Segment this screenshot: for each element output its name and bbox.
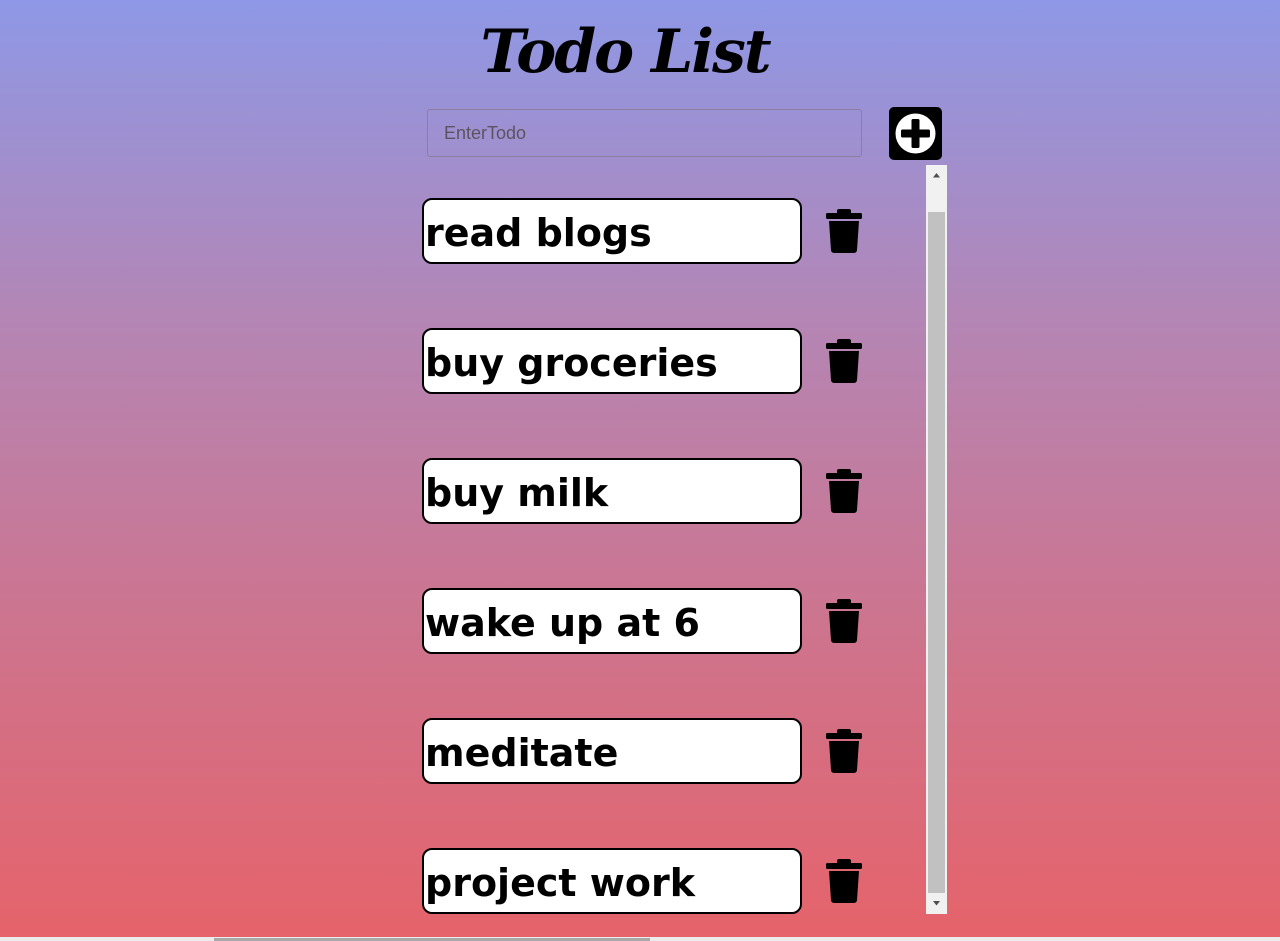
todo-item-text[interactable]: meditate <box>422 718 802 784</box>
scroll-up-arrow[interactable] <box>926 167 947 184</box>
triangle-down-icon <box>933 901 940 906</box>
plus-icon <box>895 113 936 154</box>
trash-icon <box>826 339 862 383</box>
todo-item-text[interactable]: read blogs <box>422 198 802 264</box>
triangle-up-icon <box>933 173 940 178</box>
delete-button[interactable] <box>824 208 864 254</box>
trash-icon <box>826 599 862 643</box>
list-item: project work <box>405 848 925 915</box>
trash-icon <box>826 469 862 513</box>
todo-item-text[interactable]: buy milk <box>422 458 802 524</box>
delete-button[interactable] <box>824 858 864 904</box>
list-item: read blogs <box>405 198 925 266</box>
add-todo-button[interactable] <box>889 107 942 160</box>
list-item: buy milk <box>405 458 925 526</box>
list-item: buy groceries <box>405 328 925 396</box>
list-scrollbar[interactable] <box>926 165 947 914</box>
list-item: wake up at 6 <box>405 588 925 656</box>
delete-button[interactable] <box>824 728 864 774</box>
trash-icon <box>826 859 862 903</box>
delete-button[interactable] <box>824 468 864 514</box>
page-title: Todo List <box>480 17 771 87</box>
todo-item-text[interactable]: project work <box>422 848 802 914</box>
scroll-down-arrow[interactable] <box>926 895 947 912</box>
trash-icon <box>826 729 862 773</box>
delete-button[interactable] <box>824 598 864 644</box>
trash-icon <box>826 209 862 253</box>
delete-button[interactable] <box>824 338 864 384</box>
todo-item-text[interactable]: wake up at 6 <box>422 588 802 654</box>
scroll-thumb[interactable] <box>928 212 945 893</box>
todo-input[interactable] <box>427 109 862 157</box>
list-item: meditate <box>405 718 925 786</box>
todo-list: read blogs buy groceries buy milk wake u… <box>405 165 925 915</box>
todo-item-text[interactable]: buy groceries <box>422 328 802 394</box>
